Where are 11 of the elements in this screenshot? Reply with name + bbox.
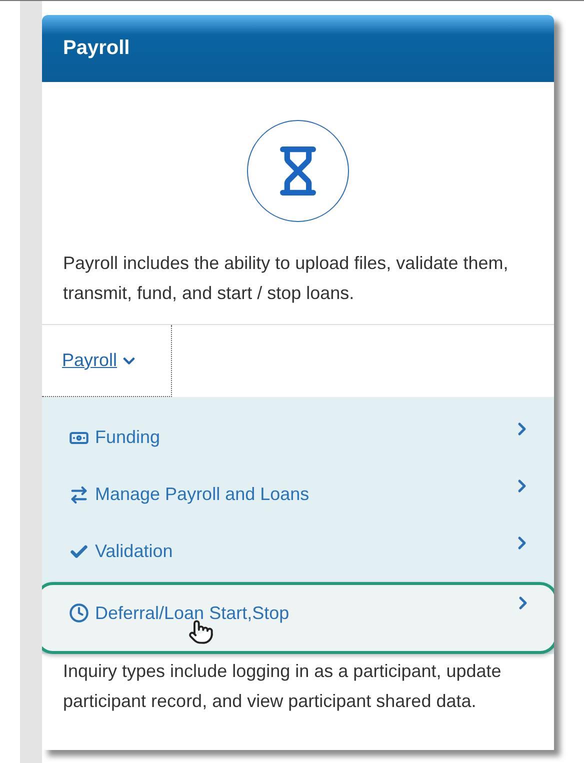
clock-icon [69,603,89,623]
description-text: Payroll includes the ability to upload files, validate them, transmit, fund, and start / stop loans. [62,252,510,305]
menu-item[interactable]: Validation [42,523,554,580]
menu-item[interactable]: Funding [42,409,554,466]
menu-item[interactable]: Deferral/Loan Start,Stop [42,582,554,654]
hourglass-icon [247,120,349,222]
inquiry-text: Inquiry types include logging in as a participant, update participant record, and view participant shared data. [62,660,502,713]
arrows-icon [69,484,89,504]
payroll-dropdown[interactable]: Payroll [42,325,172,397]
card-title: Payroll [63,37,130,60]
menu-item[interactable]: Manage Payroll and Loans [42,466,554,523]
